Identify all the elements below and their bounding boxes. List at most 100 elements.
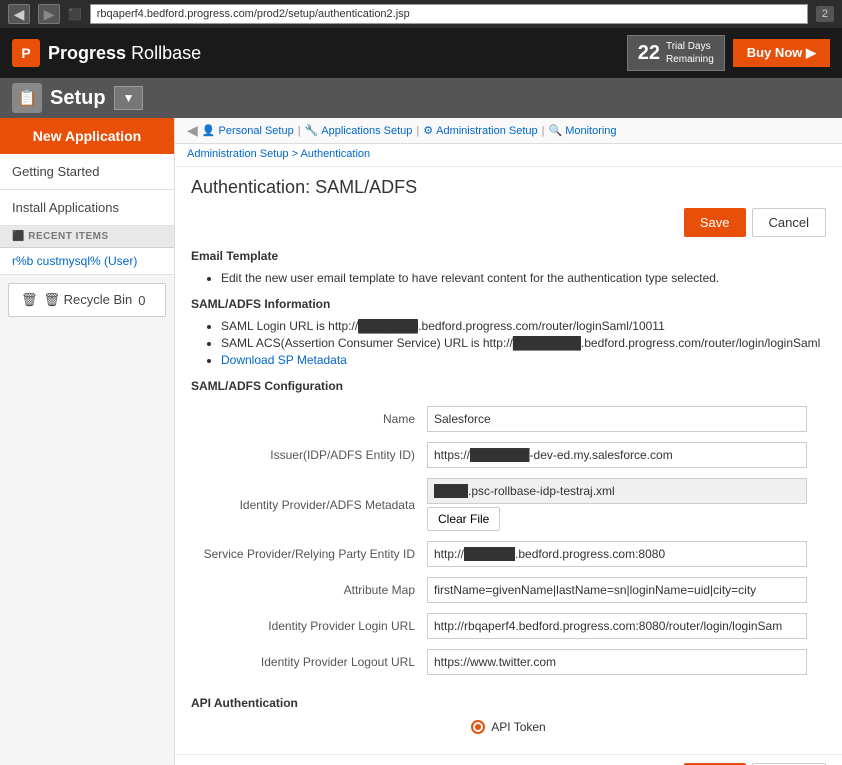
metadata-file-input [427,478,807,504]
saml-login-url-prefix: SAML Login URL is http:// [221,319,358,333]
trial-area: 22 Trial DaysRemaining Buy Now ▶ [627,35,830,71]
tab-indicator: 2 [816,6,834,22]
recycle-bin-button[interactable]: 🗑 🗑 Recycle Bin 0 [8,283,166,317]
breadcrumb-path: Administration Setup > Authentication [175,144,842,167]
email-template-bullet: Edit the new user email template to have… [221,271,826,285]
browser-toolbar: ◀ ▶ ⬛ 2 [0,0,842,28]
login-url-cell [421,608,826,644]
saml-config-title: SAML/ADFS Configuration [191,379,826,393]
metadata-cell: Clear File [421,473,826,536]
applications-setup-icon: 🔧 [305,124,319,137]
breadcrumb-sep-3: | [542,125,545,137]
setup-icon: 📋 [12,83,42,113]
monitoring-icon: 🔍 [548,124,562,137]
forward-button[interactable]: ▶ [38,4,60,24]
logout-url-input[interactable] [427,649,807,675]
name-cell [421,401,826,437]
saml-login-url-item: SAML Login URL is http://███████.bedford… [221,319,826,333]
api-auth-title: API Authentication [191,696,826,710]
personal-setup-label: Personal Setup [218,125,293,137]
sidebar: New Application Getting Started Install … [0,118,175,765]
radio-dot-inner [475,724,481,730]
buy-now-button[interactable]: Buy Now ▶ [733,39,830,67]
saml-download-link[interactable]: Download SP Metadata [221,353,826,367]
cancel-button-top[interactable]: Cancel [752,208,826,237]
personal-setup-link[interactable]: 👤 Personal Setup [202,124,294,137]
bottom-action-bar: Save Cancel [175,754,842,765]
name-label: Name [191,401,421,437]
top-action-bar: Save Cancel [191,208,826,237]
sp-input[interactable] [427,541,807,567]
issuer-input[interactable] [427,442,807,468]
attr-map-label: Attribute Map [191,572,421,608]
logout-url-label: Identity Provider Logout URL [191,644,421,680]
new-application-button[interactable]: New Application [0,118,174,154]
email-template-title: Email Template [191,249,826,263]
personal-setup-icon: 👤 [202,124,216,137]
trial-days-label: Trial DaysRemaining [666,40,714,66]
favicon: ⬛ [68,8,82,21]
breadcrumb-arrow: ◀ [187,122,198,139]
login-url-input[interactable] [427,613,807,639]
breadcrumb-sep-2: | [416,125,419,137]
api-token-label: API Token [491,720,545,734]
saml-acs-redacted: ████████ [513,336,581,350]
form-row-issuer: Issuer(IDP/ADFS Entity ID) [191,437,826,473]
back-button[interactable]: ◀ [8,4,30,24]
saml-acs-suffix: .bedford.progress.com/router/login/login… [581,336,820,350]
save-button-top[interactable]: Save [684,208,746,237]
administration-setup-icon: ⚙ [423,124,433,137]
saml-acs-prefix: SAML ACS(Assertion Consumer Service) URL… [221,336,513,350]
recycle-bin-icon: 🗑 [21,292,38,308]
form-row-attr-map: Attribute Map [191,572,826,608]
breadcrumb-admin-setup[interactable]: Administration Setup [187,148,289,160]
api-token-radio[interactable] [471,720,485,734]
logo-icon: P [12,39,40,67]
setup-dropdown[interactable]: ▼ [114,86,144,110]
trial-days-count: 22 [638,42,660,65]
logo-area: P Progress Rollbase [12,39,201,67]
issuer-label: Issuer(IDP/ADFS Entity ID) [191,437,421,473]
applications-setup-link[interactable]: 🔧 Applications Setup [305,124,413,137]
logout-url-cell [421,644,826,680]
sidebar-recent-user[interactable]: r%b custmysql% (User) [0,248,174,275]
app-header: P Progress Rollbase 22 Trial DaysRemaini… [0,28,842,78]
monitoring-link[interactable]: 🔍 Monitoring [548,124,616,137]
attr-map-cell [421,572,826,608]
saml-login-url-redacted: ███████ [358,319,418,333]
saml-acs-item: SAML ACS(Assertion Consumer Service) URL… [221,336,826,350]
clear-file-button[interactable]: Clear File [427,507,500,531]
administration-setup-label: Administration Setup [436,125,538,137]
breadcrumb-current: Authentication [300,148,370,160]
saml-info-list: SAML Login URL is http://███████.bedford… [221,319,826,367]
monitoring-label: Monitoring [565,125,616,137]
login-url-label: Identity Provider Login URL [191,608,421,644]
page-title: Authentication: SAML/ADFS [191,177,826,198]
address-bar[interactable] [90,4,808,24]
page-content: Authentication: SAML/ADFS Save Cancel Em… [175,167,842,754]
main-content: ◀ 👤 Personal Setup | 🔧 Applications Setu… [175,118,842,765]
administration-setup-link[interactable]: ⚙ Administration Setup [423,124,537,137]
email-template-info: Edit the new user email template to have… [221,271,826,285]
form-row-name: Name [191,401,826,437]
recent-items-header: ⬛ RECENT ITEMS [0,226,174,248]
setup-bar: 📋 Setup ▼ [0,78,842,118]
attr-map-input[interactable] [427,577,807,603]
sidebar-item-install-applications[interactable]: Install Applications [0,190,174,226]
saml-login-url-suffix: .bedford.progress.com/router/loginSaml/1… [418,319,665,333]
name-input[interactable] [427,406,807,432]
sidebar-item-getting-started[interactable]: Getting Started [0,154,174,190]
metadata-label: Identity Provider/ADFS Metadata [191,473,421,536]
api-token-radio-group: API Token [191,720,826,734]
sp-cell [421,536,826,572]
main-layout: New Application Getting Started Install … [0,118,842,765]
trial-box: 22 Trial DaysRemaining [627,35,725,71]
applications-setup-label: Applications Setup [321,125,412,137]
setup-title: Setup [50,87,106,110]
form-row-logout-url: Identity Provider Logout URL [191,644,826,680]
form-row-sp: Service Provider/Relying Party Entity ID [191,536,826,572]
breadcrumb-nav: ◀ 👤 Personal Setup | 🔧 Applications Setu… [175,118,842,144]
recycle-bin-count: 0 [138,293,145,308]
saml-info-title: SAML/ADFS Information [191,297,826,311]
logo-text: Progress Rollbase [48,43,201,64]
